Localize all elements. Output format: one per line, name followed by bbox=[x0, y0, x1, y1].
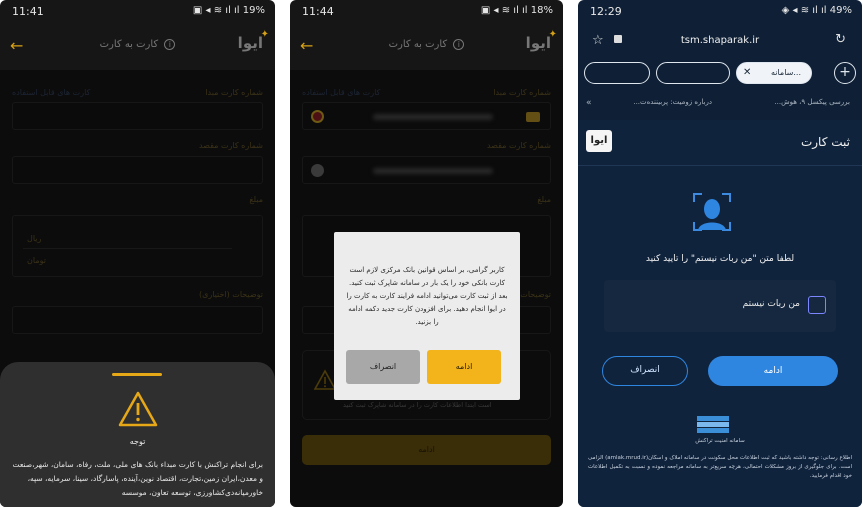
face-scan-icon bbox=[693, 193, 731, 231]
app-title-text: کارت به کارت bbox=[99, 39, 159, 50]
info-icon[interactable]: i bbox=[164, 39, 176, 50]
phone-screen-shaparak-dialog: 11:44 ▣ ◂ ≋ ıl ıl 18% ← کارت به کارت i ا… bbox=[290, 0, 563, 507]
bookmark-item[interactable]: درباره زومیت: پربیننده‌ت... bbox=[633, 98, 712, 106]
status-icons: ▣ ◂ ≋ ıl ıl 18% bbox=[480, 5, 553, 16]
status-icons: ◈ ◂ ≋ ıl ıl 49% bbox=[781, 5, 852, 16]
card-registration-page: ثبت کارت ایوا لطفا متن "من ربات نیستم" ر… bbox=[578, 120, 862, 507]
captcha-label: من ربات نیستم bbox=[742, 299, 800, 309]
shaparak-logo-icon bbox=[697, 416, 729, 433]
active-tab-label: سامانه... bbox=[770, 68, 801, 77]
logo-text: ایوا bbox=[525, 34, 551, 52]
reload-icon[interactable]: ↻ bbox=[835, 32, 846, 47]
cancel-button[interactable]: انصراف bbox=[602, 356, 688, 386]
battery-level: 18% bbox=[530, 5, 553, 16]
browser-tab[interactable] bbox=[656, 62, 730, 84]
status-time: 11:41 bbox=[12, 5, 44, 18]
dialog-message: کاربر گرامی، بر اساس قوانین بانک مرکزی ل… bbox=[346, 266, 508, 326]
shaparak-caption: سامانه امنیت تراکنش bbox=[695, 438, 745, 444]
status-bar: 12:29 ◈ ◂ ≋ ıl ıl 49% bbox=[578, 0, 862, 24]
notice-text: اطلاع رسانی: توجه داشته باشید که ثبت اطل… bbox=[588, 455, 852, 479]
page-header: ثبت کارت ایوا bbox=[578, 120, 862, 166]
app-bar: ← کارت به کارت i ایوا ✦ bbox=[290, 24, 563, 70]
warning-bottom-sheet: توجه برای انجام تراکنش با کارت مبداء بان… bbox=[0, 362, 275, 507]
shaparak-registration-dialog: کاربر گرامی، بر اساس قوانین بانک مرکزی ل… bbox=[334, 232, 520, 400]
page-title: ثبت کارت bbox=[800, 135, 850, 149]
battery-level: 19% bbox=[242, 5, 265, 16]
app-title: کارت به کارت i bbox=[290, 39, 563, 50]
warning-icon bbox=[118, 391, 158, 427]
logo-text: ایوا bbox=[237, 34, 263, 52]
bookmarks-bar: بررسی پیکسل ۹، هوش... درباره زومیت: پربی… bbox=[578, 94, 862, 112]
sheet-title: توجه bbox=[129, 437, 146, 446]
status-time: 11:44 bbox=[302, 5, 334, 18]
browser-tab-active[interactable]: ✕ سامانه... bbox=[736, 62, 812, 84]
status-time: 12:29 bbox=[590, 5, 622, 18]
browser-address-bar[interactable]: ☆ tsm.shaparak.ir ↻ bbox=[578, 28, 862, 54]
url-text[interactable]: tsm.shaparak.ir bbox=[578, 35, 862, 46]
info-icon[interactable]: i bbox=[453, 39, 465, 50]
more-bookmarks-icon[interactable]: » bbox=[586, 98, 592, 108]
status-icons: ▣ ◂ ≋ ıl ıl 19% bbox=[192, 5, 265, 16]
sheet-handle[interactable] bbox=[112, 373, 162, 376]
browser-tab-strip: ✕ سامانه... + bbox=[578, 60, 862, 86]
new-tab-icon[interactable]: + bbox=[834, 62, 856, 84]
app-logo: ایوا ✦ bbox=[525, 29, 557, 52]
dialog-continue-button[interactable]: ادامه bbox=[427, 350, 501, 384]
battery-level: 49% bbox=[829, 5, 852, 16]
not-robot-captcha[interactable]: من ربات نیستم bbox=[604, 280, 836, 332]
status-bar: 11:44 ▣ ◂ ≋ ıl ıl 18% bbox=[290, 0, 563, 24]
star-icon: ✦ bbox=[260, 29, 269, 40]
dialog-cancel-button[interactable]: انصراف bbox=[346, 350, 420, 384]
app-logo: ایوا ✦ bbox=[237, 29, 269, 52]
sheet-body-text: برای انجام تراکنش با کارت مبداء بانک های… bbox=[12, 460, 263, 497]
bookmark-item[interactable]: بررسی پیکسل ۹، هوش... bbox=[774, 98, 850, 106]
star-icon: ✦ bbox=[548, 29, 557, 40]
close-tab-icon[interactable]: ✕ bbox=[743, 67, 751, 78]
app-title: کارت به کارت i bbox=[0, 39, 275, 50]
phone-screen-card-transfer-warning: 11:41 ▣ ◂ ≋ ıl ıl 19% ← کارت به کارت i ا… bbox=[0, 0, 275, 507]
continue-button[interactable]: ادامه bbox=[708, 356, 838, 386]
phone-screen-shaparak-card-registration: 12:29 ◈ ◂ ≋ ıl ıl 49% ☆ tsm.shaparak.ir … bbox=[578, 0, 862, 507]
status-bar: 11:41 ▣ ◂ ≋ ıl ıl 19% bbox=[0, 0, 275, 24]
app-bar: ← کارت به کارت i ایوا ✦ bbox=[0, 24, 275, 70]
app-logo: ایوا bbox=[586, 130, 612, 152]
captcha-checkbox[interactable] bbox=[808, 296, 826, 314]
browser-tab[interactable] bbox=[584, 62, 650, 84]
app-title-text: کارت به کارت bbox=[388, 39, 448, 50]
captcha-prompt: لطفا متن "من ربات نیستم" را تایید کنید bbox=[645, 254, 795, 264]
